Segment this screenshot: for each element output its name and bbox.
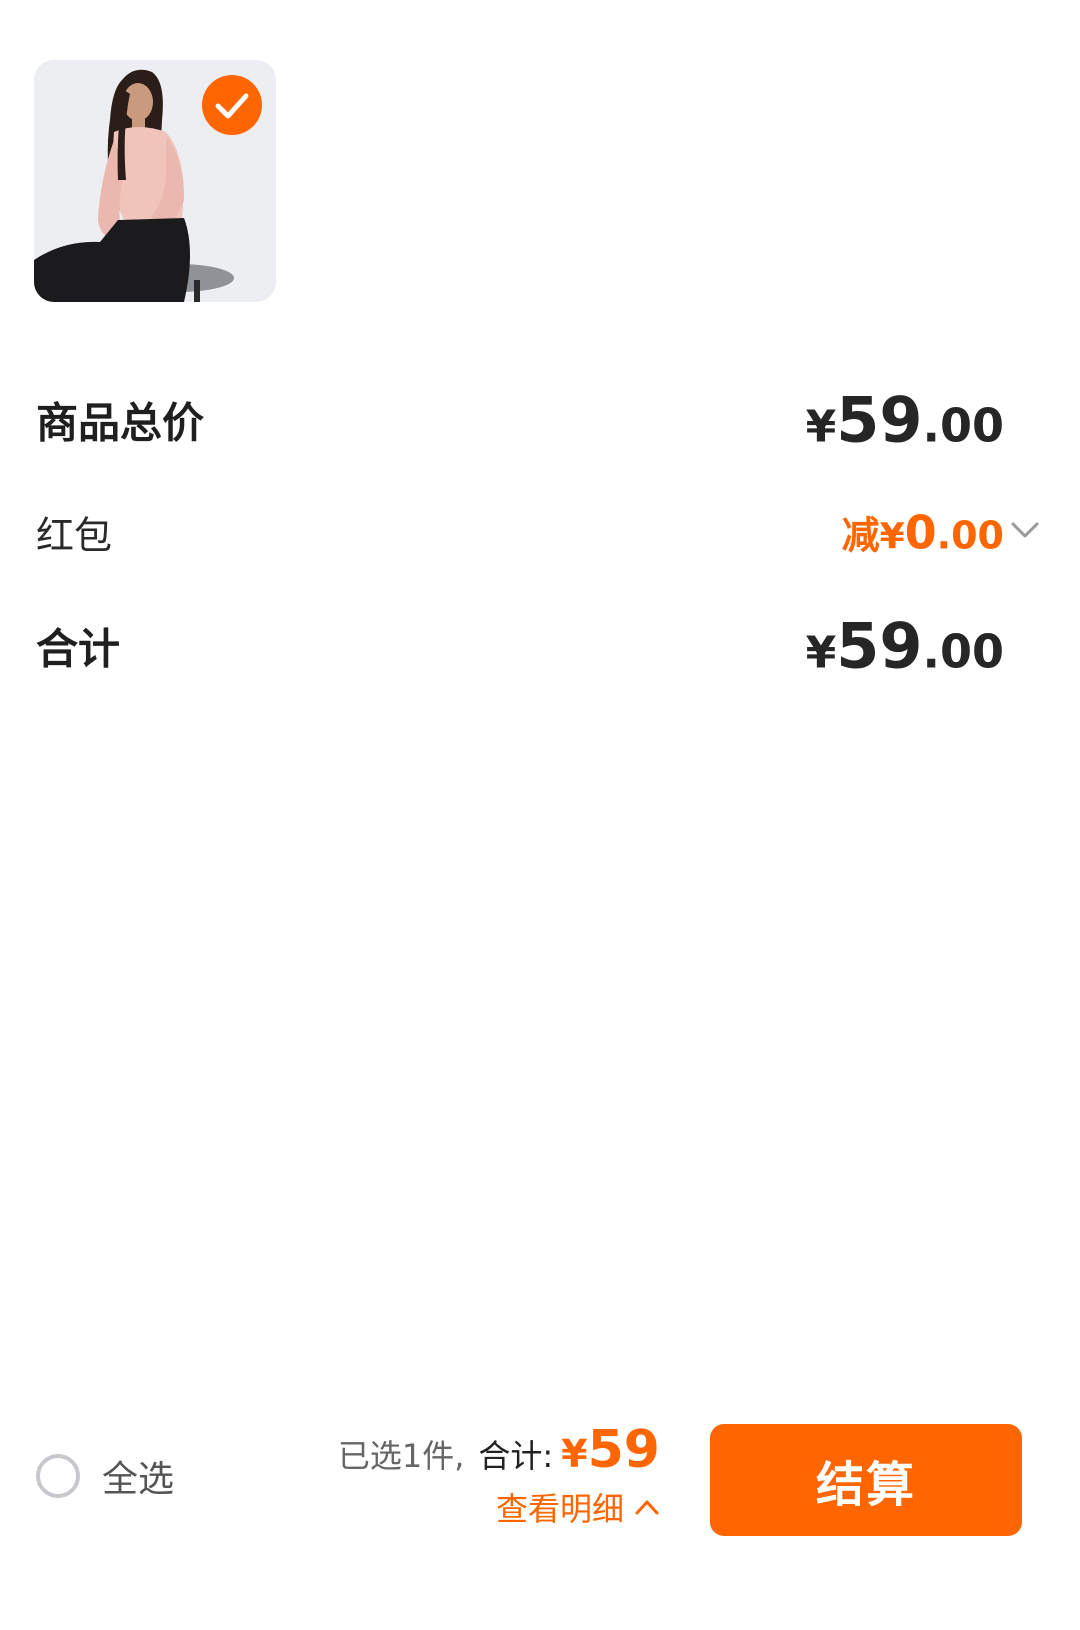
currency-symbol: ¥ (879, 516, 905, 558)
discount-prefix: 减 (841, 513, 880, 558)
currency-symbol: ¥ (805, 401, 837, 453)
total-row: 合计 ¥ 59 .00 (36, 606, 1080, 686)
red-packet-row[interactable]: 红包 减 ¥ 0 .00 (36, 492, 1080, 572)
summary-total-amount: 59 (587, 1420, 660, 1480)
selected-count: 已选1件, (337, 1437, 465, 1475)
summary-line: 已选1件, 合计: ¥59 (338, 1420, 660, 1480)
select-all-toggle[interactable]: 全选 (36, 1450, 174, 1502)
order-summary: 已选1件, 合计: ¥59 查看明细 (338, 1420, 660, 1530)
price-decimal: .00 (922, 624, 1005, 679)
chevron-down-icon[interactable] (1010, 520, 1040, 540)
price-decimal: .00 (936, 513, 1004, 558)
red-packet-label: 红包 (36, 513, 113, 558)
price-integer: 59 (836, 609, 923, 683)
checkout-bar: 全选 已选1件, 合计: ¥59 查看明细 结算 (0, 1400, 1080, 1560)
checkout-button[interactable]: 结算 (710, 1424, 1022, 1536)
chevron-up-icon (635, 1500, 659, 1515)
currency-symbol: ¥ (805, 627, 837, 679)
total-label: 合计 (36, 624, 121, 674)
total-price: ¥ 59 .00 (806, 610, 1004, 683)
goods-total-price: ¥ 59 .00 (806, 384, 1004, 457)
red-packet-discount: 减 ¥ 0 .00 (842, 505, 1004, 560)
price-integer: 0 (904, 505, 937, 560)
select-all-radio[interactable] (36, 1454, 80, 1498)
currency-symbol: ¥ (561, 1432, 588, 1476)
view-detail-label: 查看明细 (495, 1490, 624, 1528)
summary-total-price: ¥59 (561, 1420, 660, 1480)
view-detail-link[interactable]: 查看明细 (338, 1484, 660, 1530)
check-icon (202, 75, 262, 135)
price-decimal: .00 (922, 398, 1005, 453)
goods-total-row: 商品总价 ¥ 59 .00 (36, 380, 1080, 460)
price-integer: 59 (836, 383, 923, 457)
summary-total-label: 合计: (478, 1437, 554, 1475)
select-all-label: 全选 (102, 1459, 175, 1500)
goods-total-label: 商品总价 (36, 398, 205, 448)
product-select-checkbox[interactable] (200, 73, 264, 137)
